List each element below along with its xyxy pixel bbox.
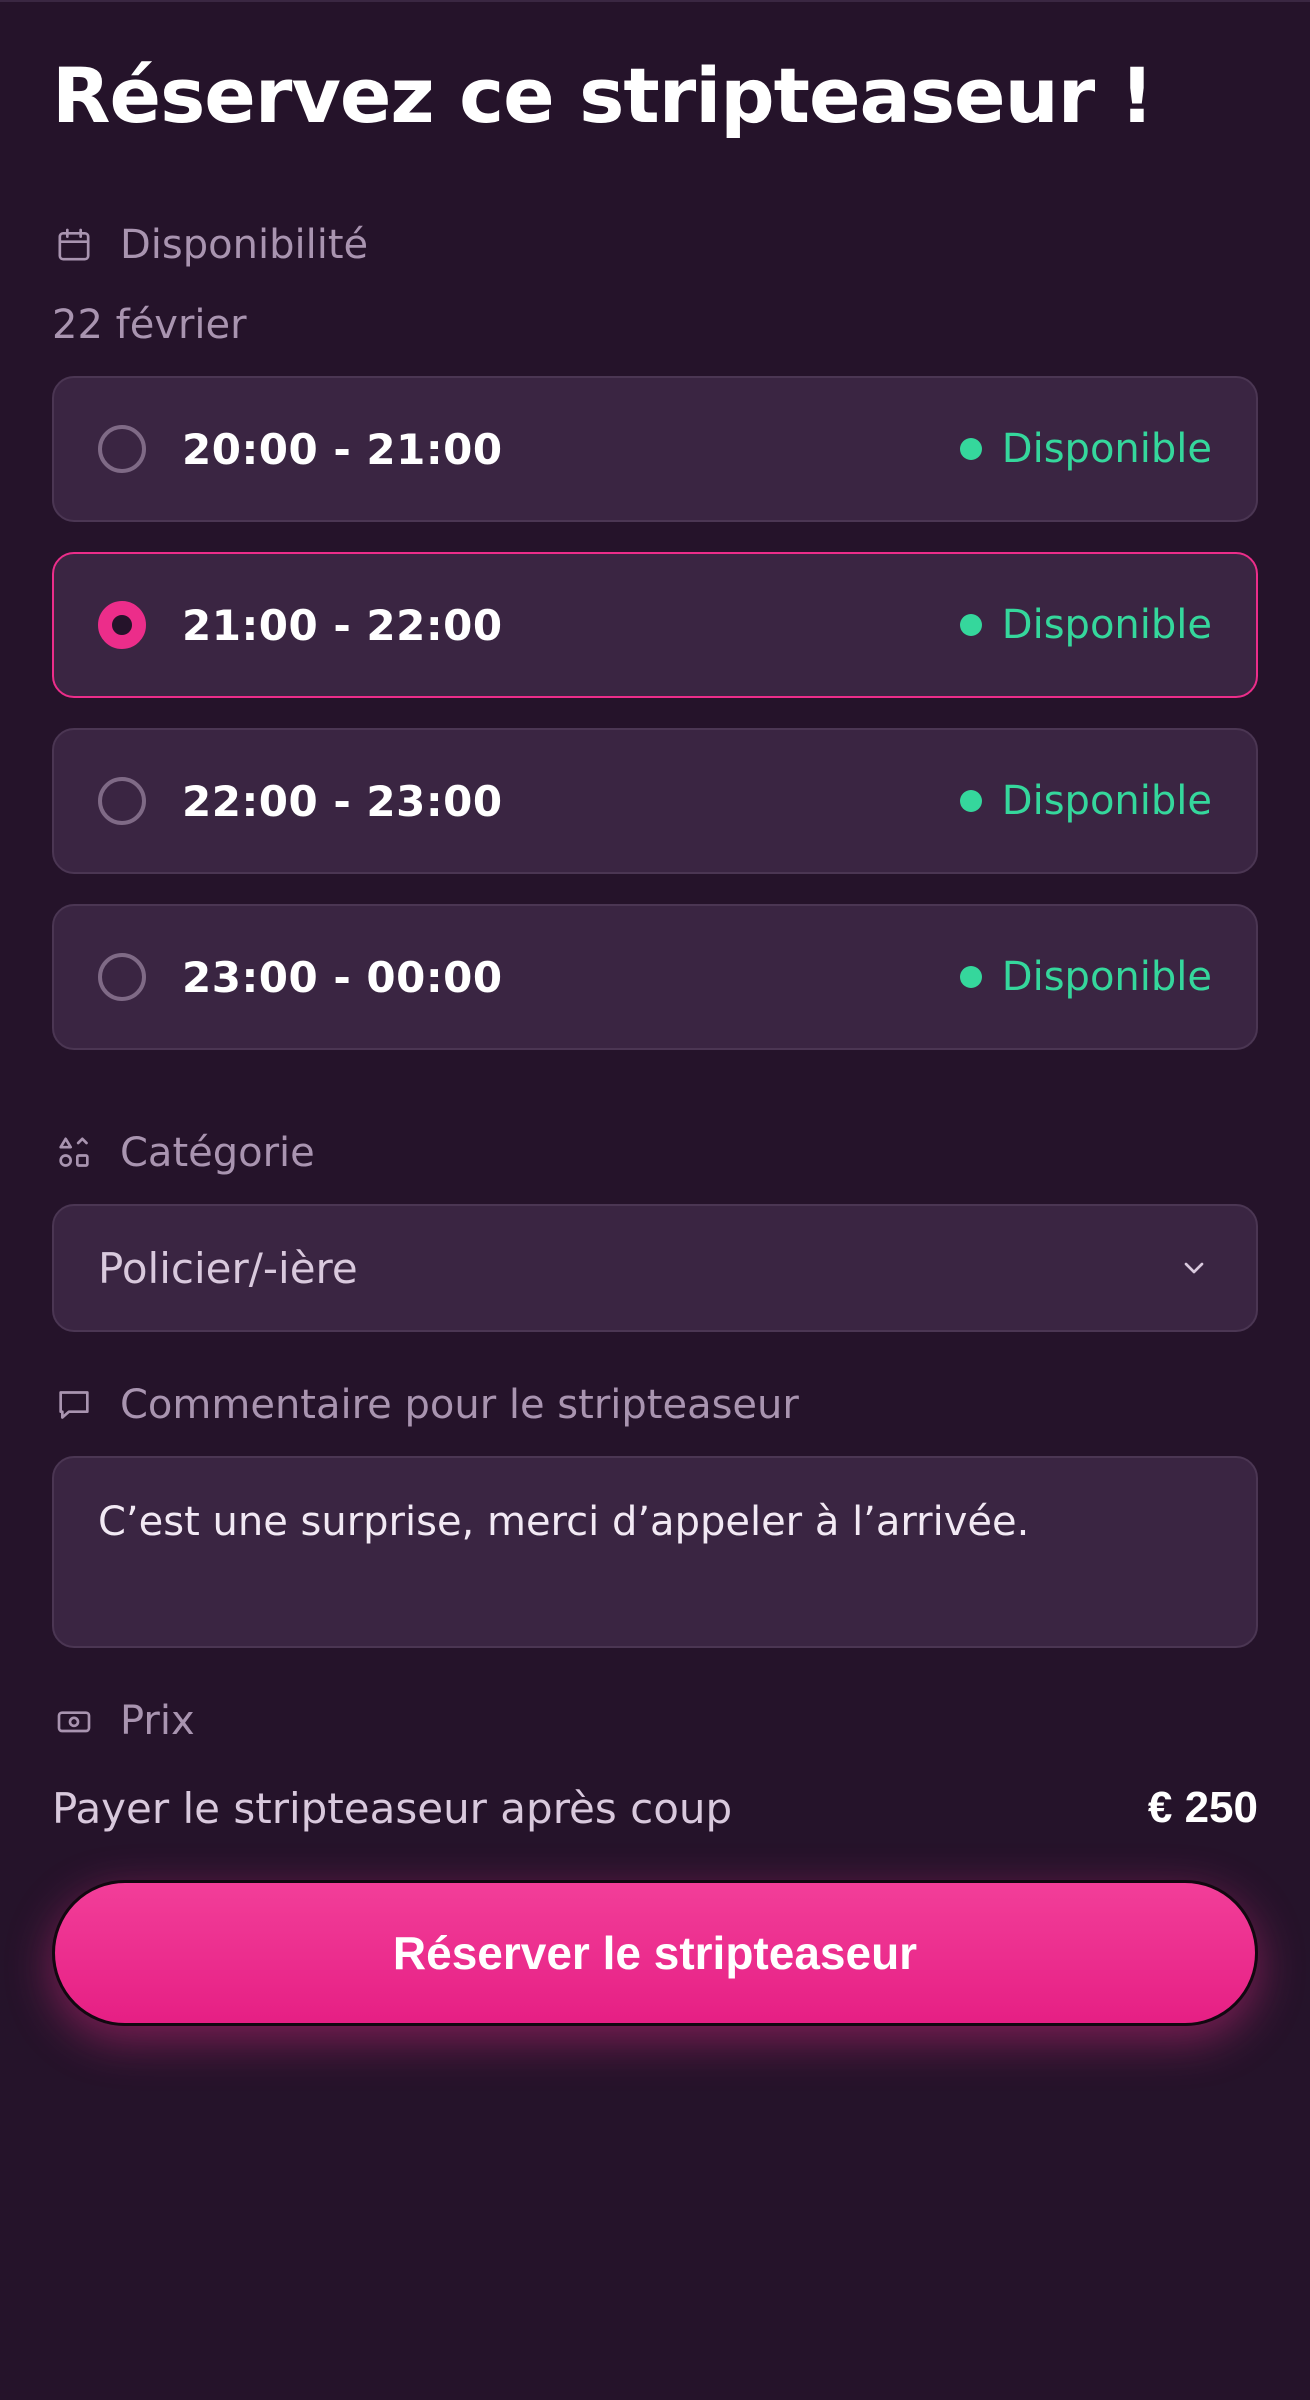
chevron-down-icon — [1176, 1250, 1212, 1286]
calendar-icon — [52, 223, 96, 267]
slot-time: 20:00 - 21:00 — [182, 424, 503, 474]
slot-status: Disponible — [959, 426, 1212, 472]
slot-status-text: Disponible — [1001, 778, 1212, 824]
slot-time: 21:00 - 22:00 — [182, 600, 503, 650]
slot-status-text: Disponible — [1001, 426, 1212, 472]
availability-label-text: Disponibilité — [120, 222, 369, 268]
time-slot-4[interactable]: 23:00 - 00:00 Disponible — [52, 904, 1258, 1050]
comment-label-text: Commentaire pour le stripteaseur — [120, 1382, 799, 1428]
category-select-value: Policier/-ière — [98, 1243, 358, 1293]
slot-status-text: Disponible — [1001, 954, 1212, 1000]
comment-textarea[interactable]: C’est une surprise, merci d’appeler à l’… — [52, 1456, 1258, 1648]
slot-radio-selected[interactable] — [98, 601, 146, 649]
slot-status-text: Disponible — [1001, 602, 1212, 648]
slot-radio[interactable] — [98, 777, 146, 825]
category-label: Catégorie — [52, 1128, 315, 1178]
time-slot-3[interactable]: 22:00 - 23:00 Disponible — [52, 728, 1258, 874]
status-dot-icon — [959, 438, 982, 460]
time-slot-1[interactable]: 20:00 - 21:00 Disponible — [52, 376, 1258, 522]
category-select[interactable]: Policier/-ière — [52, 1204, 1258, 1332]
status-dot-icon — [959, 790, 982, 812]
price-row: Payer le stripteaseur après coup € 250 — [52, 1780, 1258, 1836]
comment-label: Commentaire pour le stripteaseur — [52, 1380, 799, 1430]
price-label-text: Prix — [120, 1698, 195, 1744]
price-label: Prix — [52, 1696, 195, 1746]
book-stripper-button[interactable]: Réserver le stripteaseur — [52, 1880, 1258, 2026]
slot-status: Disponible — [959, 602, 1212, 648]
category-icon — [52, 1131, 96, 1175]
slot-time: 23:00 - 00:00 — [182, 952, 503, 1002]
comment-icon — [52, 1383, 96, 1427]
slot-time: 22:00 - 23:00 — [182, 776, 503, 826]
slot-status: Disponible — [959, 778, 1212, 824]
availability-date: 22 février — [52, 302, 247, 348]
price-description: Payer le stripteaseur après coup — [52, 1783, 733, 1833]
time-slot-2[interactable]: 21:00 - 22:00 Disponible — [52, 552, 1258, 698]
status-dot-icon — [959, 966, 982, 988]
slot-status: Disponible — [959, 954, 1212, 1000]
availability-label: Disponibilité — [52, 220, 368, 270]
slot-radio[interactable] — [98, 953, 146, 1001]
status-dot-icon — [959, 614, 982, 636]
slot-radio[interactable] — [98, 425, 146, 473]
cash-icon — [52, 1699, 96, 1743]
price-amount: € 250 — [1147, 1783, 1258, 1832]
category-label-text: Catégorie — [120, 1130, 315, 1176]
page-title: Réservez ce stripteaseur ! — [52, 51, 1154, 140]
